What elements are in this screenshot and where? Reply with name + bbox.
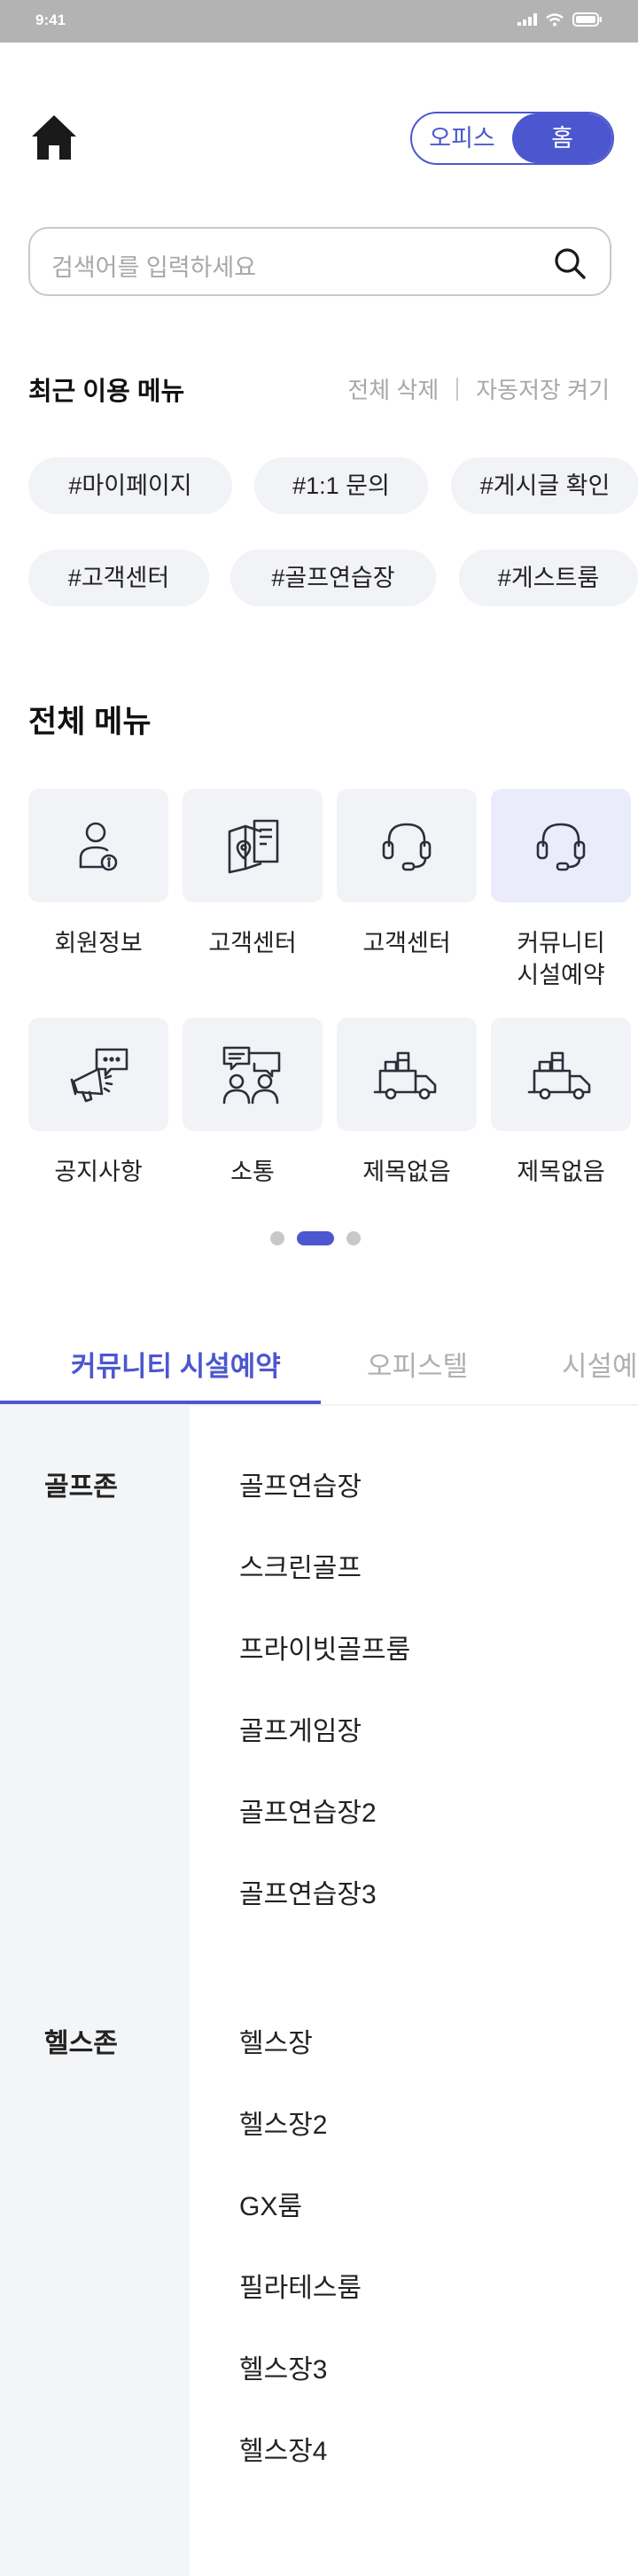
recent-chip[interactable]: #고객센터 — [28, 550, 209, 606]
map-document-icon — [228, 819, 279, 874]
signal-icon — [517, 13, 537, 26]
menu-tile-label: 회원정보 — [54, 930, 143, 956]
search-input[interactable]: 검색어를 입력하세요 — [28, 227, 611, 296]
facility-item[interactable]: 골프연습장3 — [239, 1872, 377, 1911]
facility-item[interactable]: 헬스장 — [239, 2021, 313, 2060]
home-icon[interactable] — [30, 113, 78, 161]
headset-icon — [382, 823, 432, 871]
person-info-icon — [79, 822, 118, 871]
all-menu-title: 전체 메뉴 — [28, 705, 152, 739]
facility-item[interactable]: 헬스장3 — [239, 2347, 328, 2386]
menu-tile-label: 제목없음 — [517, 1159, 605, 1185]
category-sidebar — [0, 1406, 190, 2576]
battery-icon — [572, 12, 602, 27]
category-health-zone[interactable]: 헬스존 — [44, 2021, 118, 2060]
category-golf-zone[interactable]: 골프존 — [44, 1464, 118, 1503]
menu-tile-customer-center[interactable] — [183, 789, 323, 902]
menu-tile-customer-center-2[interactable] — [337, 789, 477, 902]
menu-tile-label: 제목없음 — [362, 1159, 451, 1185]
facility-item[interactable]: 헬스장4 — [239, 2429, 328, 2468]
toggle-option-office[interactable]: 오피스 — [412, 113, 512, 163]
menu-tile-label: 공지사항 — [54, 1159, 143, 1185]
menu-tile-label: 고객센터 — [362, 930, 451, 956]
recent-chip[interactable]: #게시글 확인 — [451, 457, 638, 514]
facility-item[interactable]: GX룸 — [239, 2184, 302, 2223]
wifi-icon — [546, 12, 564, 26]
tab-facility-reservation[interactable]: 시설예약 — [562, 1344, 638, 1384]
auto-save-toggle[interactable]: 자동저장 켜기 — [476, 372, 610, 405]
recent-menu-title: 최근 이용 메뉴 — [28, 378, 185, 406]
menu-tile-communication[interactable] — [183, 1018, 323, 1131]
office-home-toggle[interactable]: 오피스 홈 — [410, 112, 614, 165]
tab-officetel[interactable]: 오피스텔 — [367, 1344, 468, 1384]
search-placeholder: 검색어를 입력하세요 — [51, 254, 257, 281]
menu-tile-notice[interactable] — [28, 1018, 168, 1131]
pagination-dot[interactable] — [270, 1231, 284, 1245]
megaphone-icon — [70, 1048, 128, 1103]
people-chat-icon — [222, 1046, 281, 1105]
truck-icon — [373, 1051, 437, 1100]
menu-tile-untitled-2[interactable] — [491, 1018, 631, 1131]
truck-icon — [527, 1051, 591, 1100]
menu-tile-untitled[interactable] — [337, 1018, 477, 1131]
delete-all-button[interactable]: 전체 삭제 — [347, 372, 439, 405]
toggle-option-home[interactable]: 홈 — [512, 113, 612, 163]
category-tabs: 커뮤니티 시설예약 오피스텔 시설예약 — [0, 1330, 638, 1406]
status-icons — [517, 12, 603, 27]
pagination-dots — [270, 1231, 361, 1245]
facility-item[interactable]: 골프연습장 — [239, 1464, 362, 1503]
tab-community-reservation[interactable]: 커뮤니티 시설예약 — [71, 1344, 281, 1384]
facility-item[interactable]: 프라이빗골프룸 — [239, 1628, 410, 1667]
menu-tile-label: 고객센터 — [208, 930, 297, 956]
recent-chip[interactable]: #마이페이지 — [28, 457, 232, 514]
menu-tile-label: 커뮤니티 시설예약 — [517, 930, 605, 988]
facility-item[interactable]: 골프게임장 — [239, 1709, 362, 1748]
facility-item[interactable]: 필라테스룸 — [239, 2266, 362, 2305]
search-icon[interactable] — [553, 246, 587, 280]
divider — [456, 377, 459, 401]
recent-chip[interactable]: #골프연습장 — [230, 550, 436, 606]
status-bar: 9:41 — [0, 0, 638, 43]
recent-chip[interactable]: #게스트룸 — [459, 550, 638, 606]
status-time: 9:41 — [35, 12, 66, 28]
pagination-dot[interactable] — [346, 1231, 361, 1245]
facility-item[interactable]: 헬스장2 — [239, 2103, 328, 2142]
recent-chip[interactable]: #1:1 문의 — [254, 457, 428, 514]
menu-tile-member-info[interactable] — [28, 789, 168, 902]
menu-tile-community-reservation[interactable] — [491, 789, 631, 902]
recent-actions: 전체 삭제 자동저장 켜기 — [347, 372, 610, 405]
headset-icon — [536, 823, 586, 871]
menu-tile-label: 소통 — [230, 1159, 275, 1185]
pagination-dot-active[interactable] — [297, 1231, 334, 1245]
facility-item[interactable]: 스크린골프 — [239, 1546, 362, 1585]
facility-item[interactable]: 골프연습장2 — [239, 1791, 377, 1830]
